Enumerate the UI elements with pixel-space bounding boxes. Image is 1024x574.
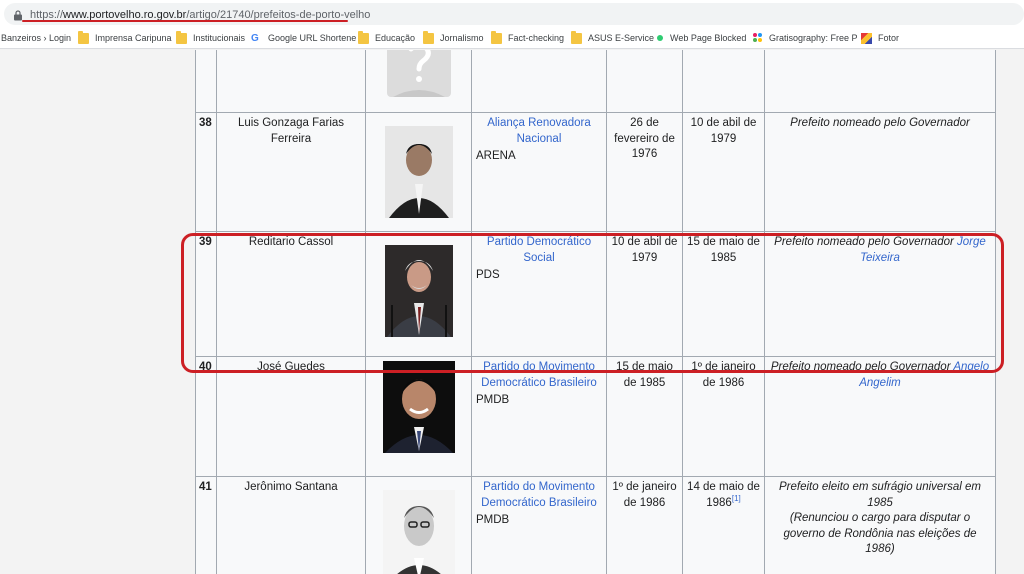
photo-cell (365, 476, 472, 574)
party-abbreviation: PMDB (476, 514, 510, 526)
start-date: 15 de maio de 1985 (606, 356, 683, 477)
start-date: 26 de fevereiro de 1976 (606, 112, 683, 232)
start-date: 10 de abil de 1979 (606, 231, 683, 357)
bookmark-google-url-shortener[interactable]: G Google URL Shortene (251, 31, 356, 45)
bookmark-label: Web Page Blocked (670, 33, 747, 43)
bookmark-label: Institucionais (193, 33, 246, 43)
start-date: 1º de janeiro de 1986 (606, 476, 683, 574)
table-row: 38 Luis Gonzaga Farias Ferreira Aliança … (195, 112, 996, 232)
reference-link[interactable]: [1] (732, 494, 741, 503)
bookmark-educacao[interactable]: Educação (358, 30, 416, 45)
mayors-table-wrap: 38 Luis Gonzaga Farias Ferreira Aliança … (195, 50, 996, 574)
bookmark-label: Fact-checking (508, 33, 565, 43)
party-link[interactable]: Partido Democrático Social (476, 235, 602, 266)
party-link[interactable]: Partido do Movimento Democrático Brasile… (476, 480, 602, 511)
bookmark-label: Jornalismo (440, 33, 484, 43)
folder-icon (78, 30, 89, 44)
party-cell: Partido do Movimento Democrático Brasile… (471, 356, 607, 477)
url-annotation-underline (22, 20, 348, 22)
address-bar: https://www.portovelho.ro.gov.br/artigo/… (0, 0, 1024, 26)
end-date (682, 50, 765, 113)
table-row: 41 Jerônimo Santana Partido do Movimento… (195, 476, 996, 574)
note-text: Prefeito nomeado pelo Governador (774, 236, 954, 248)
end-date-text: 14 de maio de 1986 (687, 481, 760, 509)
bookmark-label: ASUS E-Service (588, 33, 655, 43)
status-dot-icon (657, 35, 663, 41)
note-cell: Prefeito eleito em sufrágio universal em… (764, 476, 996, 574)
row-number: 40 (195, 356, 217, 477)
end-date: 10 de abil de 1979 (682, 112, 765, 232)
mayor-name (216, 50, 366, 113)
folder-icon (358, 30, 369, 44)
bookmark-banzeiros[interactable]: Banzeiros › Login (1, 31, 71, 45)
mayor-name: Jerônimo Santana (216, 476, 366, 574)
start-date (606, 50, 683, 113)
row-number: 39 (195, 231, 217, 357)
bookmark-label: Gratisography: Free P (769, 33, 858, 43)
bookmark-label: Google URL Shortene (268, 33, 357, 43)
photo-cell (365, 112, 472, 232)
party-link[interactable]: Aliança Renovadora Nacional (476, 116, 602, 147)
bookmarks-bar: Banzeiros › Login Imprensa Caripuna Inst… (0, 26, 1024, 49)
bookmark-label: Educação (375, 33, 416, 43)
photo-cell (365, 50, 472, 113)
party-cell: Partido Democrático Social PDS (471, 231, 607, 357)
bookmark-web-page-blocked[interactable]: Web Page Blocked (655, 31, 746, 45)
bookmark-institucionais[interactable]: Institucionais (176, 30, 246, 45)
mayor-name: Luis Gonzaga Farias Ferreira (216, 112, 366, 232)
table-row: 40 José Guedes Partido do Movimento Demo… (195, 356, 996, 477)
bookmark-asus-eservice[interactable]: ASUS E-Service (571, 30, 655, 45)
table-row: 39 Reditario Cassol Partido Democrático … (195, 231, 996, 357)
note-text: Prefeito nomeado pelo Governador (790, 117, 970, 129)
google-icon: G (251, 32, 259, 44)
placeholder-portrait-icon[interactable] (385, 50, 453, 101)
mayor-portrait-icon[interactable] (384, 245, 453, 337)
row-number: 41 (195, 476, 217, 574)
photo-cell (365, 356, 472, 477)
bookmark-jornalismo[interactable]: Jornalismo (423, 30, 484, 45)
bookmark-fotor[interactable]: Fotor (861, 31, 899, 45)
mayor-portrait-icon[interactable] (382, 490, 455, 574)
bookmark-imprensa-caripuna[interactable]: Imprensa Caripuna (78, 30, 172, 45)
mayor-portrait-icon[interactable] (382, 361, 455, 453)
note-cell: Prefeito nomeado pelo Governador Jorge T… (764, 231, 996, 357)
end-date: 14 de maio de 1986[1] (682, 476, 765, 574)
gratisography-icon (753, 33, 763, 43)
folder-icon (423, 30, 434, 44)
party-abbreviation: PDS (476, 269, 500, 281)
mayor-name: Reditario Cassol (216, 231, 366, 357)
row-number: 38 (195, 112, 217, 232)
table-row (195, 50, 996, 113)
bookmark-label: Fotor (878, 33, 900, 43)
photo-cell (365, 231, 472, 357)
party-link[interactable]: Partido do Movimento Democrático Brasile… (476, 360, 602, 391)
note-cell: Prefeito nomeado pelo Governador Angelo … (764, 356, 996, 477)
note-extra-text: (Renunciou o cargo para disputar o gover… (783, 512, 977, 555)
fotor-icon (861, 32, 872, 44)
bookmark-gratisography[interactable]: Gratisography: Free P (753, 31, 858, 45)
folder-icon (176, 30, 187, 44)
row-number (195, 50, 217, 113)
note-text: Prefeito nomeado pelo Governador (770, 361, 951, 373)
folder-icon (491, 30, 502, 44)
page-content: 38 Luis Gonzaga Farias Ferreira Aliança … (0, 50, 1024, 574)
mayor-portrait-icon[interactable] (384, 126, 453, 218)
note-text: Prefeito eleito em sufrágio universal em… (779, 481, 981, 509)
party-cell: Aliança Renovadora Nacional ARENA (471, 112, 607, 232)
bookmark-fact-checking[interactable]: Fact-checking (491, 30, 565, 45)
bookmark-label: Banzeiros › Login (1, 33, 72, 43)
party-cell: Partido do Movimento Democrático Brasile… (471, 476, 607, 574)
note-cell (764, 50, 996, 113)
mayor-name: José Guedes (216, 356, 366, 477)
bookmark-label: Imprensa Caripuna (95, 33, 172, 43)
party-abbreviation: ARENA (476, 150, 516, 162)
party-abbreviation: PMDB (476, 394, 510, 406)
folder-icon (571, 30, 582, 44)
party-cell (471, 50, 607, 113)
note-cell: Prefeito nomeado pelo Governador (764, 112, 996, 232)
mayors-table: 38 Luis Gonzaga Farias Ferreira Aliança … (195, 50, 996, 574)
end-date: 1º de janeiro de 1986 (682, 356, 765, 477)
end-date: 15 de maio de 1985 (682, 231, 765, 357)
